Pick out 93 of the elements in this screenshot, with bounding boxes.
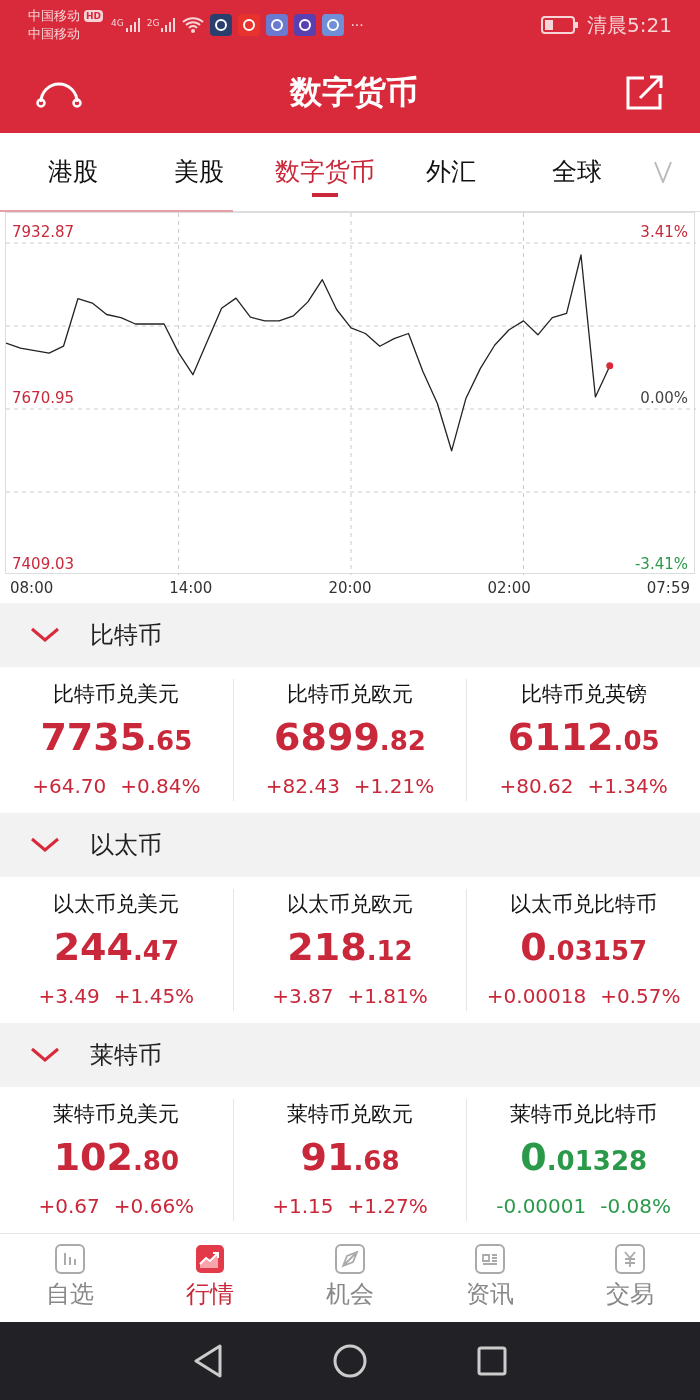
price: 244.47 <box>53 924 180 971</box>
signal-icon <box>160 17 177 33</box>
price-change: +64.70 <box>32 772 107 800</box>
market-tab[interactable]: 全球 <box>514 133 640 211</box>
bottom-nav-item[interactable]: 机会 <box>280 1234 420 1322</box>
price-change: +3.87 <box>272 982 334 1010</box>
percent-change: +1.45% <box>113 982 195 1010</box>
recents-icon <box>477 1346 507 1376</box>
chevron-down-icon <box>654 161 672 183</box>
compass-icon <box>335 1244 365 1274</box>
network-type: 2G <box>146 17 160 30</box>
back-icon <box>193 1344 223 1378</box>
percent-change: +0.66% <box>113 1192 195 1220</box>
price: 218.12 <box>287 924 413 971</box>
section-header[interactable]: 比特币 <box>0 603 700 667</box>
pair-name: 比特币兑美元 <box>53 681 180 709</box>
section-header[interactable]: 莱特币 <box>0 1023 700 1087</box>
recents-button[interactable] <box>477 1346 507 1376</box>
market-tab[interactable]: 数字货币 <box>262 133 388 211</box>
time-axis-label: 14:00 <box>169 578 213 600</box>
time-axis-label: 02:00 <box>487 578 531 600</box>
section-header[interactable]: 以太币 <box>0 813 700 877</box>
percent-change: +1.21% <box>353 772 435 800</box>
news-icon <box>475 1244 505 1274</box>
home-button[interactable] <box>333 1344 367 1378</box>
pair-name: 以太币兑欧元 <box>287 891 413 919</box>
bottom-nav-item[interactable]: 自选 <box>0 1234 140 1322</box>
pair-name: 莱特币兑美元 <box>53 1101 180 1129</box>
app-notification-icon <box>238 14 261 36</box>
market-tab[interactable]: 美股 <box>136 133 262 211</box>
percent-change: +1.81% <box>347 982 428 1010</box>
signal-icon <box>124 17 141 33</box>
battery-icon <box>541 16 580 34</box>
percent-axis-label: 0.00% <box>640 388 688 409</box>
price-change: +3.49 <box>38 982 100 1010</box>
price: 91.68 <box>300 1134 400 1181</box>
time-axis-label: 07:59 <box>646 578 690 600</box>
pair-name: 比特币兑英镑 <box>520 681 647 709</box>
pair-name: 以太币兑比特币 <box>510 891 658 919</box>
bottom-nav-item[interactable]: 交易 <box>560 1234 700 1322</box>
pair-name: 莱特币兑欧元 <box>287 1101 413 1129</box>
price: 0.03157 <box>520 924 648 971</box>
percent-axis-label: -3.41% <box>634 554 688 575</box>
percent-change: +1.27% <box>347 1192 428 1220</box>
market-tab[interactable]: 外汇 <box>388 133 514 211</box>
tab-indicator <box>312 193 338 197</box>
network-type: 4G <box>111 17 124 30</box>
price-axis-label: 7670.95 <box>12 388 75 409</box>
back-button[interactable] <box>193 1344 223 1378</box>
bottom-nav-item[interactable]: 行情 <box>140 1234 280 1322</box>
price-axis-label: 7932.87 <box>12 222 75 243</box>
last-price-dot <box>606 362 614 370</box>
price-change: +1.15 <box>272 1192 334 1220</box>
percent-axis-label: 3.41% <box>640 222 688 243</box>
price-change: +80.62 <box>499 772 574 800</box>
price-change: +82.43 <box>265 772 340 800</box>
pair-name: 莱特币兑比特币 <box>510 1101 658 1129</box>
price: 6112.05 <box>507 714 660 761</box>
price: 102.80 <box>53 1134 180 1181</box>
time-axis-label: 20:00 <box>328 578 372 600</box>
percent-change: +0.84% <box>120 772 201 800</box>
time-axis-label: 08:00 <box>10 578 54 600</box>
price: 6899.82 <box>274 714 426 761</box>
home-icon <box>333 1344 367 1378</box>
percent-change: +0.57% <box>600 982 681 1010</box>
price: 0.01328 <box>520 1134 648 1181</box>
wifi-icon <box>182 16 205 34</box>
bottom-nav-item[interactable]: 资讯 <box>420 1234 560 1322</box>
hd-badge: HD <box>84 10 103 22</box>
pair-name: 比特币兑欧元 <box>287 681 413 709</box>
price-change: -0.00001 <box>496 1192 587 1220</box>
price-change: +0.67 <box>38 1192 100 1220</box>
price-change: +0.00018 <box>486 982 587 1010</box>
percent-change: -0.08% <box>600 1192 671 1220</box>
page-title: 数字货币 <box>290 71 418 113</box>
price-axis-label: 7409.03 <box>12 554 75 575</box>
share-icon <box>626 73 664 110</box>
percent-change: +1.34% <box>587 772 668 800</box>
app-notification-icon <box>266 14 289 36</box>
pair-name: 以太币兑美元 <box>53 891 180 919</box>
more-notifications: ··· <box>350 15 364 35</box>
market-tab[interactable]: 港股 <box>10 133 136 211</box>
clock: 清晨5:21 <box>587 12 672 39</box>
carrier-name: 中国移动 <box>28 7 80 25</box>
yen-icon <box>615 1244 645 1274</box>
carrier-name: 中国移动 <box>28 25 81 43</box>
trend-chart-icon <box>195 1244 225 1274</box>
price: 7735.65 <box>40 714 193 761</box>
app-notification-icon <box>294 14 317 36</box>
share-button[interactable] <box>626 73 664 110</box>
app-notification-icon <box>322 14 345 36</box>
bar-chart-icon <box>55 1244 85 1274</box>
app-notification-icon <box>210 14 233 36</box>
